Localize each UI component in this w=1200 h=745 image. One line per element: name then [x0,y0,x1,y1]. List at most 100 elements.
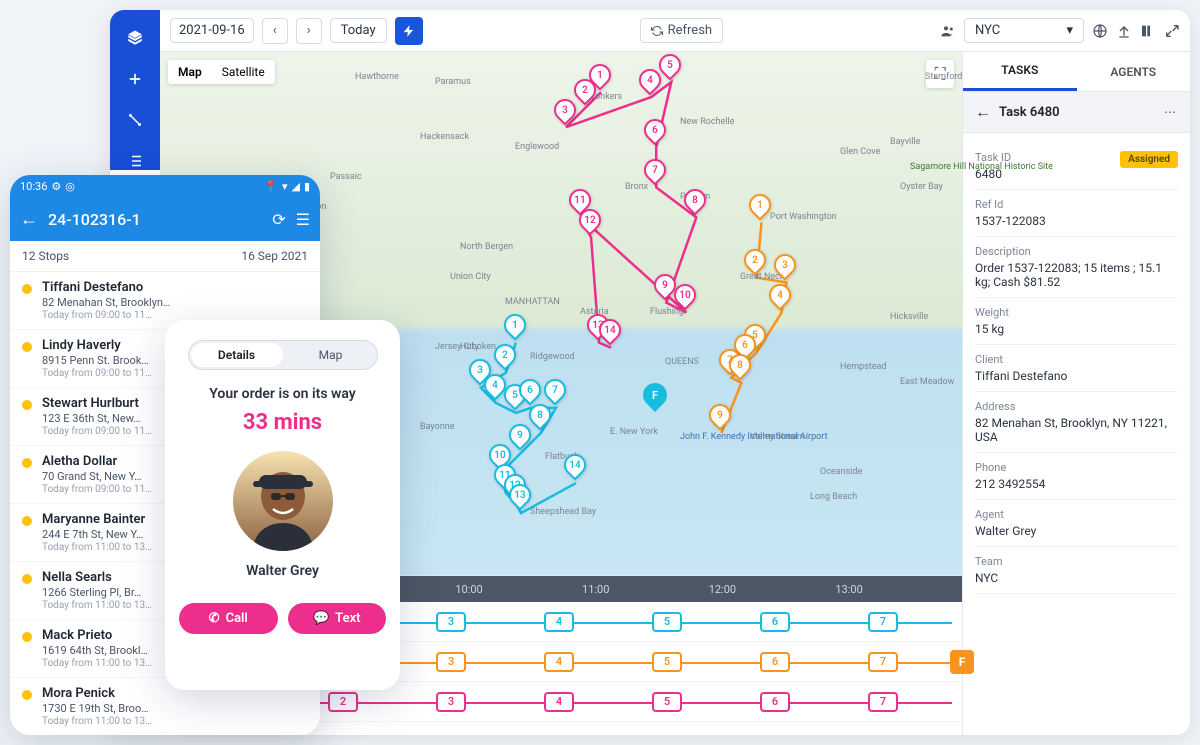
map-tab-satellite[interactable]: Satellite [212,60,275,84]
map-marker[interactable]: 4 [639,69,661,97]
back-icon[interactable]: ← [20,209,38,230]
map-marker[interactable]: 2 [574,79,596,107]
timeline-stop[interactable]: 6 [760,692,790,712]
map-label: North Bergen [460,242,513,252]
tracking-tabs[interactable]: Details Map [188,340,378,370]
columns-icon[interactable] [1140,23,1156,39]
map-marker[interactable]: 6 [644,119,666,147]
map-marker[interactable]: 2 [494,344,516,372]
map-marker[interactable]: 9 [654,274,676,302]
stop-address: 82 Menahan St, Brooklyn… [42,296,170,309]
map-label: Hackensack [420,132,469,142]
map-label: Port Washington [770,212,837,222]
client-link[interactable]: Tiffani Destefano [975,369,1178,383]
sync-icon[interactable]: ⟳ [272,210,285,229]
map-marker[interactable]: 12 [579,209,601,237]
timeline-stop[interactable]: 4 [544,652,574,672]
timeline-stop[interactable]: 5 [652,612,682,632]
upload-icon[interactable] [1116,23,1132,39]
timeline-stop[interactable]: 6 [760,612,790,632]
tab-agents[interactable]: AGENTS [1077,52,1191,91]
battery-icon: ▮ [304,180,310,193]
list-icon[interactable] [125,151,145,170]
map-marker[interactable]: 5 [659,54,681,82]
stop-name: Stewart Hurlburt [42,396,152,411]
timeline-stop[interactable]: 7 [868,612,898,632]
add-icon[interactable] [125,69,145,88]
stop-address: 8915 Penn St. Brook… [42,354,152,367]
stop-address: 1266 Sterling Pl, Br… [42,586,152,599]
tab-map[interactable]: Map [285,341,377,369]
map-label: Jersey City [435,342,479,352]
map-marker[interactable]: 2 [744,249,766,277]
map-marker[interactable]: 9 [509,424,531,452]
date-picker[interactable]: 2021-09-16 [170,18,254,43]
globe-icon[interactable] [1092,23,1108,39]
map-marker[interactable]: 13 [509,484,531,512]
layers-icon[interactable] [125,28,145,47]
agents-icon[interactable] [940,23,956,39]
route-icon[interactable] [125,110,145,129]
map-marker[interactable]: 8 [529,404,551,432]
timeline-stop[interactable]: 3 [436,652,466,672]
agent-name: Walter Grey [179,563,386,579]
map-label: Hawthorne [355,72,399,82]
chat-icon: 💬 [313,611,329,626]
map-type-toggle[interactable]: Map Satellite [168,60,275,84]
back-icon[interactable]: ← [975,102,991,122]
stop-window: Today from 09:00 to 11… [42,484,152,495]
map-marker[interactable]: 4 [769,284,791,312]
map-marker[interactable]: 7 [644,159,666,187]
status-dot [22,690,32,700]
collapse-icon[interactable] [1164,23,1180,39]
tracking-card: Details Map Your order is on its way 33 … [165,320,400,690]
map-marker[interactable]: 9 [709,404,731,432]
filter-icon[interactable]: ☰ [296,210,310,229]
map-marker[interactable]: 7 [544,379,566,407]
timeline-stop[interactable]: 3 [436,612,466,632]
team-select[interactable]: NYC▾ [964,18,1084,43]
map-label: Long Beach [810,492,857,502]
timeline-stop[interactable]: 7 [868,692,898,712]
stop-address: 70 Grand St, New Y… [42,470,152,483]
timeline-stop[interactable]: 4 [544,692,574,712]
timeline-stop[interactable]: 7 [868,652,898,672]
timeline-stop[interactable]: 3 [436,692,466,712]
map-tab-map[interactable]: Map [168,60,212,84]
map-marker[interactable]: 8 [729,354,751,382]
map-marker[interactable]: 14 [564,454,586,482]
map-marker[interactable]: 10 [674,284,696,312]
map-marker[interactable]: 1 [749,194,771,222]
map-label: John F. Kennedy International Airport [680,432,828,442]
map-marker[interactable]: 8 [684,189,706,217]
call-button[interactable]: ✆Call [179,603,278,634]
map-marker[interactable]: 14 [599,319,621,347]
status-dot [22,574,32,584]
timeline-stop[interactable]: 5 [652,692,682,712]
timeline-stop[interactable]: 6 [760,652,790,672]
date-prev-button[interactable]: ‹ [262,18,288,44]
tab-details[interactable]: Details [191,343,283,367]
fullscreen-icon[interactable]: ⛶ [926,60,954,88]
target-icon: ◎ [65,180,75,193]
optimize-icon[interactable] [395,17,423,45]
status-dot [22,458,32,468]
date-next-button[interactable]: › [296,18,322,44]
map-marker[interactable]: 4 [484,374,506,402]
text-button[interactable]: 💬Text [288,603,387,634]
panel-title: Task 6480 [999,105,1156,120]
stop-name: Tiffani Destefano [42,280,170,295]
map-marker[interactable]: 3 [554,99,576,127]
team: NYC [975,571,1178,585]
tab-tasks[interactable]: TASKS [963,52,1077,91]
more-icon[interactable]: ⋯ [1164,105,1178,119]
timeline-stop[interactable]: 4 [544,612,574,632]
map-marker[interactable]: 3 [774,254,796,282]
refresh-button[interactable]: Refresh [640,18,723,43]
mobile-summary: 12 Stops 16 Sep 2021 [10,241,320,272]
today-button[interactable]: Today [330,18,387,43]
map-marker[interactable]: 1 [504,314,526,342]
stop-window: Today from 11:00 to 13… [42,716,152,727]
timeline-stop[interactable]: 2 [328,692,358,712]
timeline-stop[interactable]: 5 [652,652,682,672]
